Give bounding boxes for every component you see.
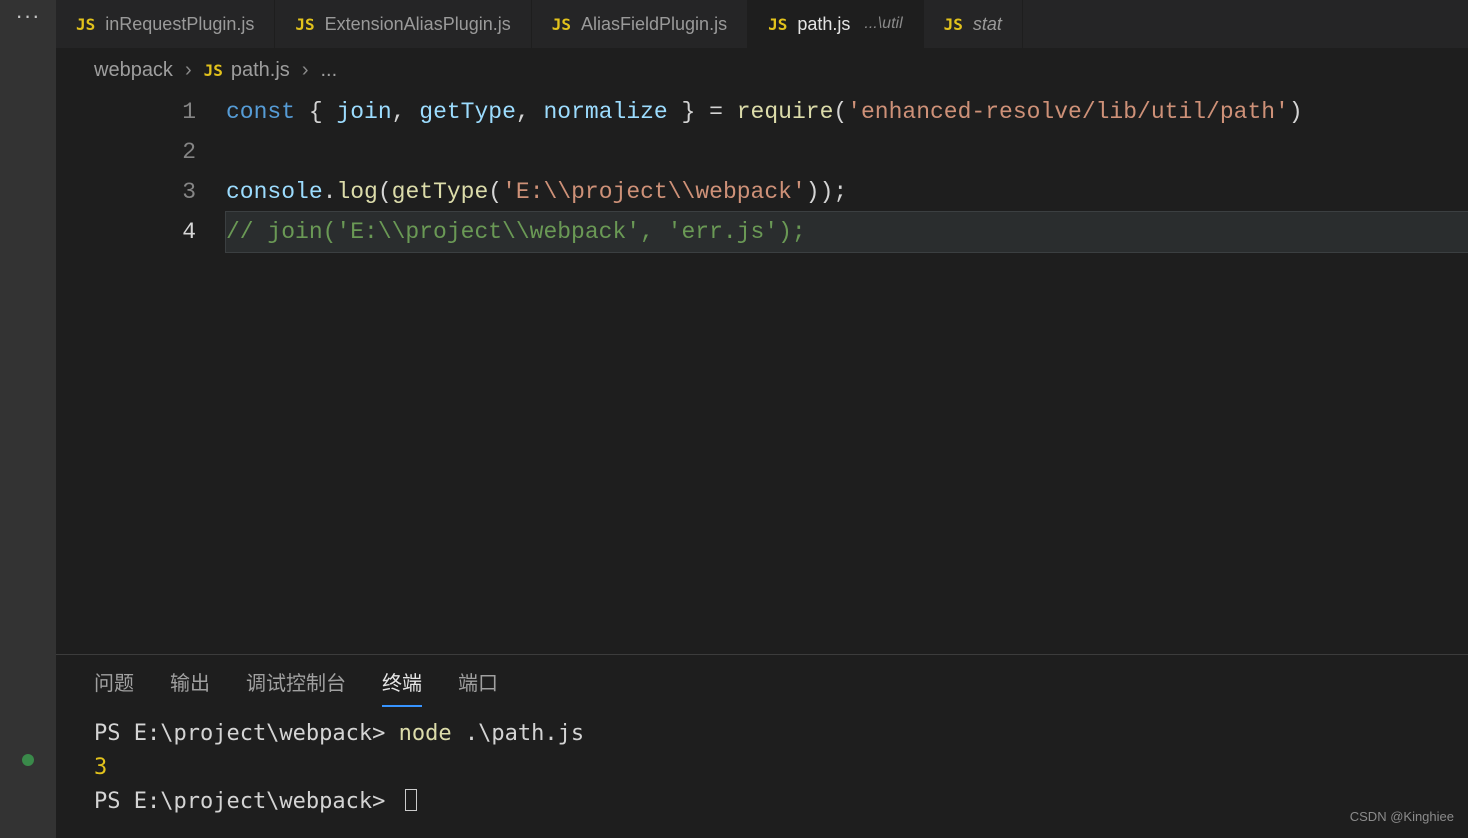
code-line[interactable]: const { join, getType, normalize } = req… <box>226 92 1468 132</box>
terminal-prompt: PS E:\project\webpack> <box>94 789 399 814</box>
token-pn: ( <box>488 179 502 205</box>
editor-tab[interactable]: JS inRequestPlugin.js <box>56 0 275 48</box>
watermark: CSDN @Kinghiee <box>1350 809 1454 824</box>
chevron-right-icon: › <box>302 59 309 82</box>
token-fn: getType <box>392 179 489 205</box>
token-id: console <box>226 179 323 205</box>
code-line[interactable]: // join('E:\\project\\webpack', 'err.js'… <box>226 212 1468 252</box>
code-editor[interactable]: 1234 const { join, getType, normalize } … <box>56 92 1468 654</box>
line-number: 1 <box>56 92 196 132</box>
token-id: normalize <box>544 99 668 125</box>
token-fn: require <box>737 99 834 125</box>
code-line[interactable]: console.log(getType('E:\\project\\webpac… <box>226 172 1468 212</box>
line-gutter: 1234 <box>56 92 226 654</box>
token-pn: . <box>323 179 337 205</box>
token-id: join <box>336 99 391 125</box>
token-pn: , <box>392 99 420 125</box>
more-icon[interactable]: ··· <box>16 4 40 28</box>
bottom-panel: 问题输出调试控制台终端端口 PS E:\project\webpack> nod… <box>56 654 1468 838</box>
token-str: 'E:\\project\\webpack' <box>502 179 806 205</box>
line-number: 4 <box>56 212 196 252</box>
terminal-output: 3 <box>94 751 1430 785</box>
tab-filename: inRequestPlugin.js <box>105 14 254 35</box>
token-pn: ) <box>1289 99 1303 125</box>
terminal-line: PS E:\project\webpack> node .\path.js <box>94 717 1430 751</box>
panel-tab[interactable]: 调试控制台 <box>246 667 346 707</box>
panel-tab[interactable]: 终端 <box>382 667 422 707</box>
token-pn: { <box>295 99 336 125</box>
terminal-command: node <box>399 721 465 746</box>
token-fn: log <box>336 179 377 205</box>
token-pn: } = <box>668 99 737 125</box>
code-line[interactable] <box>226 132 1468 172</box>
activity-indicator-dot <box>22 754 34 766</box>
terminal-command-arg: .\path.js <box>465 721 584 746</box>
token-pn: ( <box>833 99 847 125</box>
editor-tabs: JS inRequestPlugin.js JS ExtensionAliasPlug… <box>56 0 1468 48</box>
tab-path-suffix: ...\util <box>864 15 902 33</box>
token-pn: , <box>516 99 544 125</box>
token-str: 'enhanced-resolve/lib/util/path' <box>847 99 1289 125</box>
token-pn: ( <box>378 179 392 205</box>
js-file-icon: JS <box>552 15 571 34</box>
panel-tab[interactable]: 输出 <box>170 667 210 707</box>
editor-tab[interactable]: JS AliasFieldPlugin.js <box>532 0 748 48</box>
terminal-line: PS E:\project\webpack> <box>94 785 1430 819</box>
panel-tabs: 问题输出调试控制台终端端口 <box>56 655 1468 707</box>
panel-tab[interactable]: 问题 <box>94 667 134 707</box>
line-number: 3 <box>56 172 196 212</box>
tab-filename: stat <box>973 14 1002 35</box>
terminal-cursor <box>405 789 417 811</box>
line-number: 2 <box>56 132 196 172</box>
js-file-icon: JS <box>944 15 963 34</box>
tab-filename: AliasFieldPlugin.js <box>581 14 727 35</box>
js-file-icon: JS <box>768 15 787 34</box>
token-kw: const <box>226 99 295 125</box>
tab-filename: path.js <box>797 14 850 35</box>
js-file-icon: JS <box>295 15 314 34</box>
panel-tab[interactable]: 端口 <box>458 667 498 707</box>
tab-filename: ExtensionAliasPlugin.js <box>325 14 511 35</box>
breadcrumb-tail[interactable]: ... <box>320 59 337 82</box>
js-file-icon: JS <box>204 61 223 80</box>
editor-tab[interactable]: JS stat <box>924 0 1023 48</box>
terminal-prompt: PS E:\project\webpack> <box>94 721 399 746</box>
editor-tab[interactable]: JS path.js ...\util <box>748 0 924 48</box>
token-pn: )); <box>806 179 847 205</box>
token-cmt: // join('E:\\project\\webpack', 'err.js'… <box>226 219 806 245</box>
breadcrumb-file[interactable]: path.js <box>231 59 290 82</box>
breadcrumb[interactable]: webpack › JS path.js › ... <box>56 48 1468 92</box>
code-content[interactable]: const { join, getType, normalize } = req… <box>226 92 1468 654</box>
activity-bar: ··· <box>0 0 56 838</box>
breadcrumb-parent[interactable]: webpack <box>94 59 173 82</box>
js-file-icon: JS <box>76 15 95 34</box>
editor-tab[interactable]: JS ExtensionAliasPlugin.js <box>275 0 531 48</box>
chevron-right-icon: › <box>185 59 192 82</box>
terminal[interactable]: PS E:\project\webpack> node .\path.js 3 … <box>56 707 1468 819</box>
token-id: getType <box>419 99 516 125</box>
